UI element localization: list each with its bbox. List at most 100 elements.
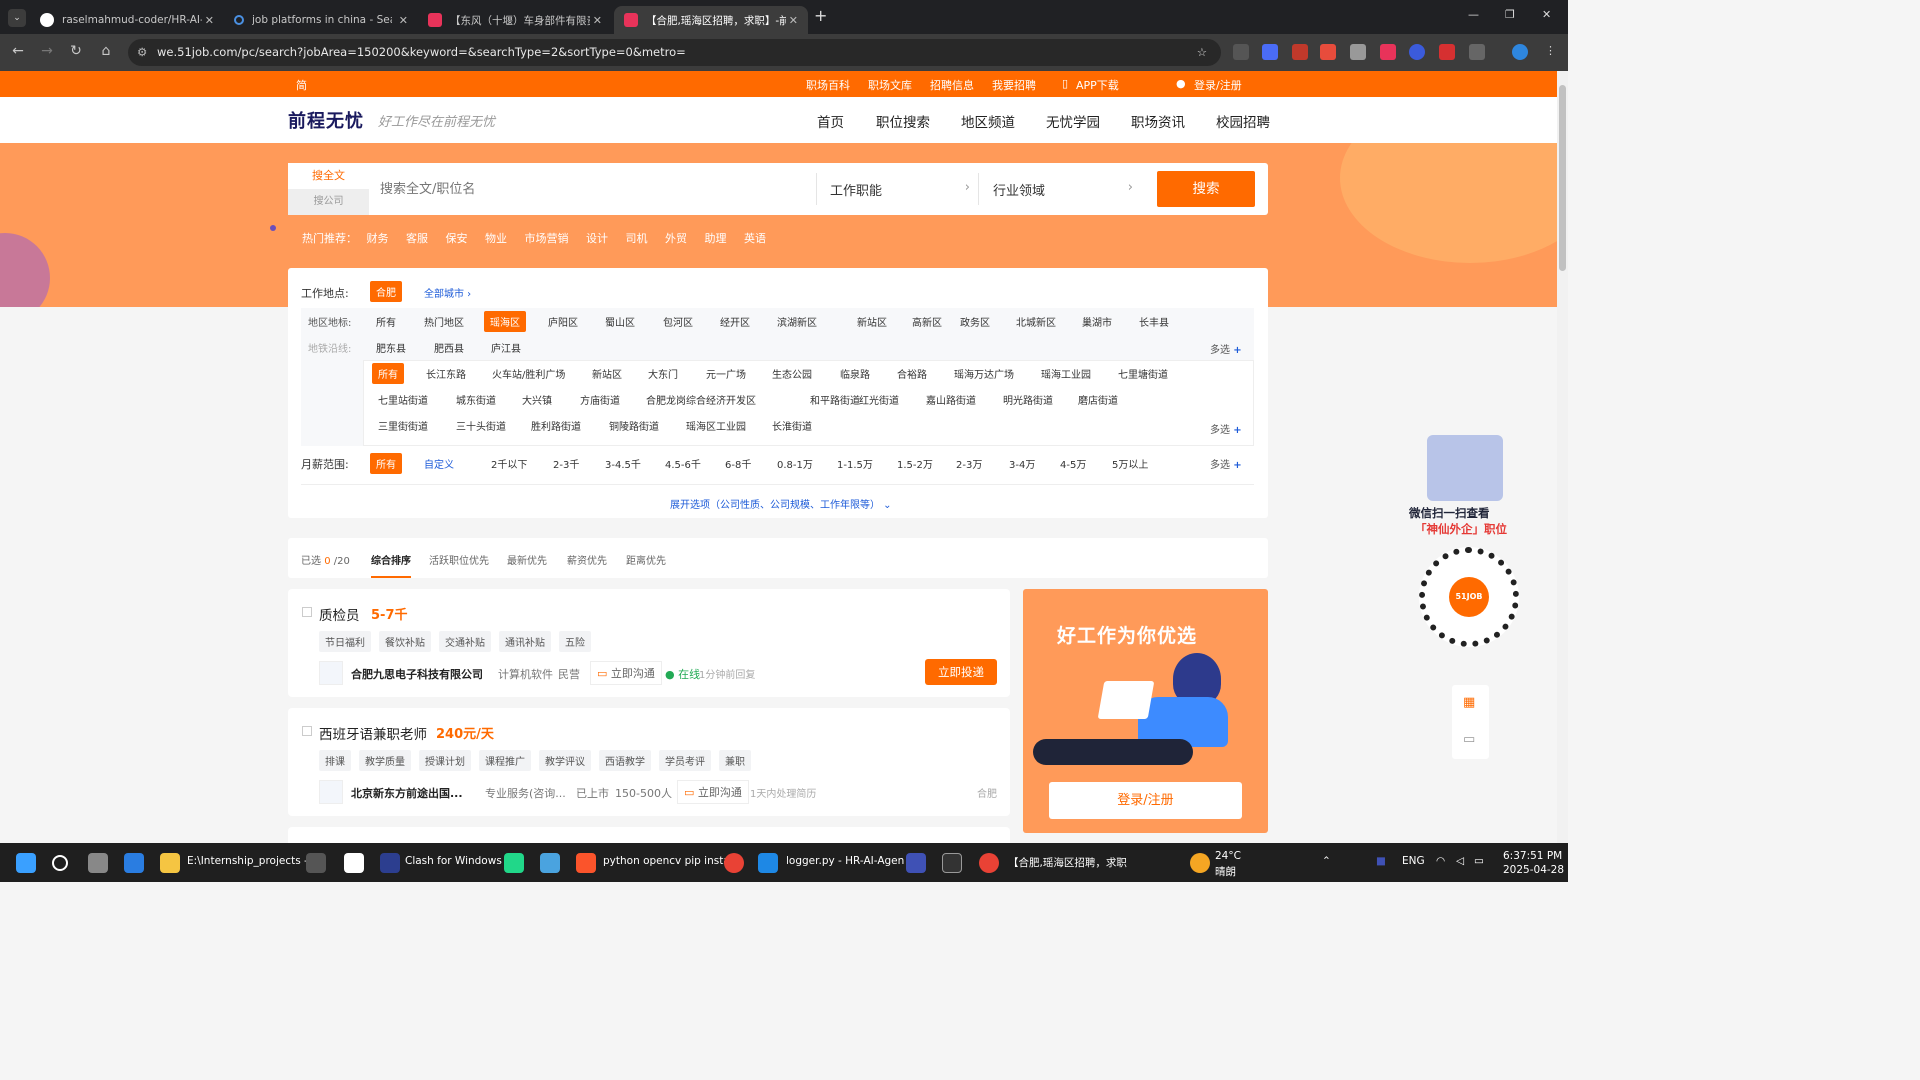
page-scrollbar[interactable]	[1557, 71, 1568, 843]
ad-login-button[interactable]: 登录/注册	[1049, 782, 1242, 819]
wifi-icon[interactable]: ◠	[1436, 855, 1445, 867]
area-chip[interactable]: 瑶海区	[484, 311, 526, 332]
sort-option[interactable]: 最新优先	[507, 552, 547, 567]
street-chip[interactable]: 胜利路街道	[525, 415, 587, 436]
tray-chevron-icon[interactable]: ⌃	[1322, 855, 1331, 867]
puzzle-extensions-icon[interactable]	[1469, 44, 1485, 60]
industry-select[interactable]: 行业领域 ›	[993, 180, 1133, 199]
reload-icon[interactable]: ↻	[66, 43, 86, 59]
salary-chip[interactable]: 2-3万	[950, 453, 988, 474]
pycharm-icon[interactable]	[504, 853, 524, 873]
bookmark-star-icon[interactable]: ☆	[1197, 39, 1207, 66]
job-card[interactable]: 质检员 5-7千 节日福利 餐饮补贴 交通补贴 通讯补贴 五险 合肥九思电子科技有限公司…	[288, 589, 1010, 697]
search-icon[interactable]	[52, 855, 68, 871]
pen-extension-icon[interactable]	[1233, 44, 1249, 60]
street-chip[interactable]: 红光街道	[853, 389, 905, 410]
street-chip[interactable]: 嘉山路街道	[920, 389, 982, 410]
area-chip[interactable]: 经开区	[714, 311, 756, 332]
job-card[interactable]: 西班牙语兼职老师 240元/天 排课 教学质量 授课计划 课程推广 教学评议 西语教学 学员…	[288, 708, 1010, 816]
browser-tab[interactable]: 【东风（十堰）车身部件有限责任…✕	[418, 6, 612, 34]
terminal-icon[interactable]	[942, 853, 962, 873]
scrollbar-thumb[interactable]	[1559, 85, 1566, 271]
salary-chip[interactable]: 3-4.5千	[599, 453, 647, 474]
browser-tab[interactable]: job platforms in china - Search✕	[224, 6, 418, 34]
profile-avatar-icon[interactable]	[1512, 44, 1528, 60]
street-chip[interactable]: 合裕路	[891, 363, 933, 384]
back-icon[interactable]: ←	[8, 43, 28, 59]
hot-item[interactable]: 司机	[626, 232, 648, 245]
apply-button[interactable]: 立即投递	[925, 659, 997, 685]
street-chip[interactable]: 元一广场	[700, 363, 752, 384]
notion-icon[interactable]	[344, 853, 364, 873]
multi-select-button[interactable]: 多选 +	[1210, 341, 1242, 356]
street-chip[interactable]: 大东门	[642, 363, 684, 384]
area-chip[interactable]: 巢湖市	[1076, 311, 1118, 332]
street-chip[interactable]: 瑶海万达广场	[948, 363, 1020, 384]
salary-chip[interactable]: 6-8千	[719, 453, 757, 474]
hot-item[interactable]: 市场营销	[525, 232, 569, 245]
hot-item[interactable]: 英语	[744, 232, 766, 245]
company-name[interactable]: 北京新东方前途出国...	[351, 785, 463, 801]
mail-extension-icon[interactable]	[1350, 44, 1366, 60]
clock-date[interactable]: 2025-04-28	[1503, 864, 1564, 876]
chrome-icon[interactable]	[724, 853, 744, 873]
input-language[interactable]: ENG	[1402, 855, 1425, 867]
maximize-icon[interactable]: ❐	[1505, 8, 1515, 21]
street-chip[interactable]: 长淮街道	[766, 415, 818, 436]
street-chip[interactable]: 新站区	[586, 363, 628, 384]
street-chip[interactable]: 大兴镇	[516, 389, 558, 410]
brave-icon[interactable]	[576, 853, 596, 873]
chat-button[interactable]: ▭ 立即沟通	[677, 780, 749, 804]
site-logo[interactable]: 前程无忧	[288, 107, 364, 133]
street-chip[interactable]: 火车站/胜利广场	[486, 363, 571, 384]
street-chip[interactable]: 七里站街道	[372, 389, 434, 410]
salary-chip[interactable]: 所有	[370, 453, 402, 474]
tray-app-icon[interactable]: ■	[1376, 855, 1386, 867]
taskbar-item[interactable]: logger.py - HR-AI-Agen	[786, 855, 904, 867]
address-bar[interactable]: ⚙ we.51job.com/pc/search?jobArea=150200&…	[128, 39, 1221, 66]
new-tab-button[interactable]: +	[814, 6, 827, 25]
site-info-icon[interactable]: ⚙	[137, 39, 147, 66]
app-icon[interactable]	[540, 853, 560, 873]
topnav-link[interactable]: 招聘信息	[930, 77, 974, 93]
street-chip[interactable]: 所有	[372, 363, 404, 384]
close-icon[interactable]: ✕	[789, 14, 798, 27]
salary-chip[interactable]: 0.8-1万	[771, 453, 819, 474]
extension-icon[interactable]	[1439, 44, 1455, 60]
job-checkbox[interactable]	[302, 607, 312, 617]
chart-app-icon[interactable]	[906, 853, 926, 873]
tab-search-company[interactable]: 搜公司	[288, 189, 369, 215]
multi-select-button[interactable]: 多选 +	[1210, 456, 1242, 471]
salary-chip[interactable]: 2千以下	[485, 453, 533, 474]
topnav-link[interactable]: 职场文库	[868, 77, 912, 93]
salary-chip[interactable]: 4.5-6千	[659, 453, 707, 474]
street-chip[interactable]: 方庙街道	[574, 389, 626, 410]
extension-icon[interactable]	[1292, 44, 1308, 60]
sort-option[interactable]: 距离优先	[626, 552, 666, 567]
topnav-link[interactable]: 我要招聘	[992, 77, 1036, 93]
job-title[interactable]: 质检员	[319, 604, 360, 624]
salary-chip[interactable]: 1-1.5万	[831, 453, 879, 474]
hot-item[interactable]: 保安	[446, 232, 468, 245]
keyword-search-input[interactable]	[380, 175, 800, 203]
sort-option[interactable]: 活跃职位优先	[429, 552, 489, 567]
search-button[interactable]: 搜索	[1157, 171, 1255, 207]
browser-tab-active[interactable]: 【合肥,瑶海区招聘，求职】-前程…✕	[614, 6, 808, 34]
lang-switch[interactable]: 简	[296, 77, 307, 93]
salary-chip[interactable]: 1.5-2万	[891, 453, 939, 474]
area-chip[interactable]: 肥东县	[370, 337, 412, 358]
hot-item[interactable]: 客服	[406, 232, 428, 245]
clash-icon[interactable]	[380, 853, 400, 873]
vscode-icon[interactable]	[758, 853, 778, 873]
login-register-link[interactable]: 登录/注册	[1194, 77, 1242, 93]
hot-item[interactable]: 物业	[485, 232, 507, 245]
all-cities-link[interactable]: 全部城市 ›	[424, 285, 471, 300]
street-chip[interactable]: 城东街道	[450, 389, 502, 410]
translate-extension-icon[interactable]	[1262, 44, 1278, 60]
street-chip[interactable]: 明光路街道	[997, 389, 1059, 410]
area-chip[interactable]: 庐阳区	[542, 311, 584, 332]
extension-icon[interactable]	[1320, 44, 1336, 60]
street-chip[interactable]: 生态公园	[766, 363, 818, 384]
job-card[interactable]	[288, 827, 1010, 843]
start-windows-icon[interactable]	[16, 853, 36, 873]
